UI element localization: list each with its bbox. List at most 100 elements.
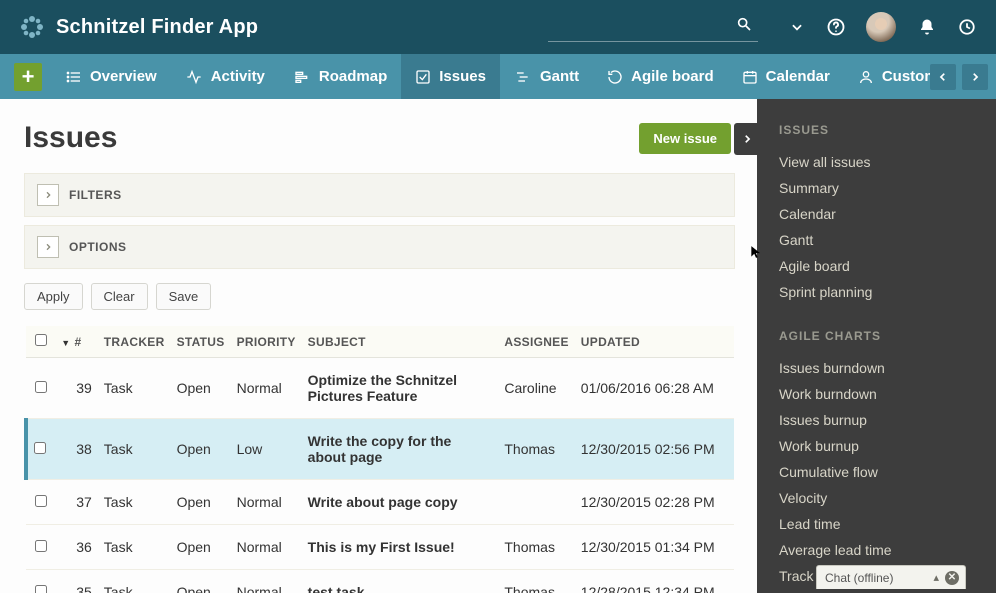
sidebar-item[interactable]: Work burnup [779, 433, 974, 459]
sidebar-issues-list: View all issues Summary Calendar Gantt A… [779, 149, 974, 305]
table-row[interactable]: 39 Task Open Normal Optimize the Schnitz… [26, 358, 734, 419]
nav-scroll-group [930, 64, 988, 90]
table-row[interactable]: 36 Task Open Normal This is my First Iss… [26, 525, 734, 570]
nav-scroll-right[interactable] [962, 64, 988, 90]
dropdown-caret-icon[interactable] [790, 20, 804, 34]
new-issue-button[interactable]: New issue [639, 123, 731, 154]
cell-subject[interactable]: test task [302, 570, 499, 593]
cell-num: 36 [55, 525, 98, 570]
row-checkbox[interactable] [35, 495, 47, 507]
row-checkbox[interactable] [35, 585, 47, 593]
row-checkbox[interactable] [34, 442, 46, 454]
nav-overview[interactable]: Overview [52, 54, 171, 99]
cell-num: 38 [55, 419, 98, 480]
cell-updated: 12/30/2015 02:28 PM [575, 480, 734, 525]
cell-updated: 12/30/2015 02:56 PM [575, 419, 734, 480]
sidebar-issues-head: ISSUES [779, 123, 974, 137]
sidebar-collapse-button[interactable] [734, 123, 757, 155]
col-tracker[interactable]: TRACKER [98, 326, 171, 358]
logo-icon [20, 15, 44, 39]
table-row[interactable]: 35 Task Open Normal test task Thomas 12/… [26, 570, 734, 593]
table-row[interactable]: 38 Task Open Low Write the copy for the … [26, 419, 734, 480]
cell-assignee: Thomas [498, 419, 574, 480]
clear-button[interactable]: Clear [91, 283, 148, 310]
search-icon[interactable] [736, 16, 752, 37]
col-updated[interactable]: UPDATED [575, 326, 734, 358]
table-row[interactable]: 37 Task Open Normal Write about page cop… [26, 480, 734, 525]
cell-assignee: Thomas [498, 525, 574, 570]
sidebar-item[interactable]: Gantt [779, 227, 974, 253]
cell-tracker: Task [98, 358, 171, 419]
list-icon [66, 69, 82, 85]
row-checkbox[interactable] [35, 540, 47, 552]
col-priority[interactable]: PRIORITY [231, 326, 302, 358]
sidebar-item[interactable]: Issues burnup [779, 407, 974, 433]
cell-subject[interactable]: Write about page copy [302, 480, 499, 525]
sidebar-item[interactable]: Sprint planning [779, 279, 974, 305]
nav-calendar[interactable]: Calendar [728, 54, 844, 99]
nav-activity[interactable]: Activity [171, 54, 279, 99]
sidebar-item[interactable]: Cumulative flow [779, 459, 974, 485]
sidebar-item[interactable]: Lead time [779, 511, 974, 537]
col-status[interactable]: STATUS [171, 326, 231, 358]
cell-priority: Low [231, 419, 302, 480]
chat-label: Chat (offline) [825, 571, 893, 585]
cell-updated: 12/28/2015 12:34 PM [575, 570, 734, 593]
clock-icon[interactable] [958, 18, 976, 36]
sort-desc-icon: ▼ [61, 338, 70, 348]
nav-scroll-left[interactable] [930, 64, 956, 90]
nav-issues[interactable]: Issues [401, 54, 500, 99]
sidebar-item[interactable]: Velocity [779, 485, 974, 511]
gantt-icon [514, 69, 532, 85]
nav-label: Gantt [540, 68, 579, 85]
cell-status: Open [171, 480, 231, 525]
chat-close-icon[interactable]: ✕ [945, 571, 959, 585]
chevron-left-icon [938, 71, 948, 83]
app-title: Schnitzel Finder App [56, 16, 258, 39]
search-input[interactable] [576, 19, 736, 35]
col-num[interactable]: ▼# [55, 326, 98, 358]
row-checkbox[interactable] [35, 381, 47, 393]
cell-assignee [498, 480, 574, 525]
nav-gantt[interactable]: Gantt [500, 54, 593, 99]
nav-agile-board[interactable]: Agile board [593, 54, 728, 99]
avatar[interactable] [866, 12, 896, 42]
chevron-right-icon [970, 71, 980, 83]
apply-button[interactable]: Apply [24, 283, 83, 310]
cell-tracker: Task [98, 525, 171, 570]
help-icon[interactable] [826, 17, 846, 37]
cell-subject[interactable]: This is my First Issue! [302, 525, 499, 570]
activity-icon [185, 69, 203, 85]
chat-widget[interactable]: Chat (offline) ▴ ✕ [816, 565, 966, 589]
cell-tracker: Task [98, 570, 171, 593]
col-subject[interactable]: SUBJECT [302, 326, 499, 358]
topbar: Schnitzel Finder App [0, 0, 996, 54]
search-group[interactable] [548, 12, 758, 42]
cell-status: Open [171, 419, 231, 480]
cell-subject[interactable]: Optimize the Schnitzel Pictures Feature [302, 358, 499, 419]
sidebar-item[interactable]: Average lead time [779, 537, 974, 563]
select-all-checkbox[interactable] [35, 334, 47, 346]
chat-expand-icon[interactable]: ▴ [933, 571, 939, 585]
cell-status: Open [171, 570, 231, 593]
nav-roadmap[interactable]: Roadmap [279, 54, 401, 99]
save-button[interactable]: Save [156, 283, 212, 310]
notifications-icon[interactable] [918, 18, 936, 36]
filters-toggle[interactable] [37, 184, 59, 206]
cell-subject[interactable]: Write the copy for the about page [302, 419, 499, 480]
add-button[interactable]: + [14, 63, 42, 91]
cell-updated: 01/06/2016 06:28 AM [575, 358, 734, 419]
cell-priority: Normal [231, 570, 302, 593]
col-assignee[interactable]: ASSIGNEE [498, 326, 574, 358]
query-toolbar: Apply Clear Save [24, 283, 757, 310]
sidebar: ISSUES View all issues Summary Calendar … [757, 99, 996, 593]
options-toggle[interactable] [37, 236, 59, 258]
calendar-icon [742, 69, 758, 85]
sidebar-item[interactable]: Summary [779, 175, 974, 201]
sidebar-item[interactable]: Work burndown [779, 381, 974, 407]
sidebar-item[interactable]: Agile board [779, 253, 974, 279]
sidebar-item[interactable]: Issues burndown [779, 355, 974, 381]
cell-priority: Normal [231, 358, 302, 419]
sidebar-item[interactable]: Calendar [779, 201, 974, 227]
sidebar-item[interactable]: View all issues [779, 149, 974, 175]
